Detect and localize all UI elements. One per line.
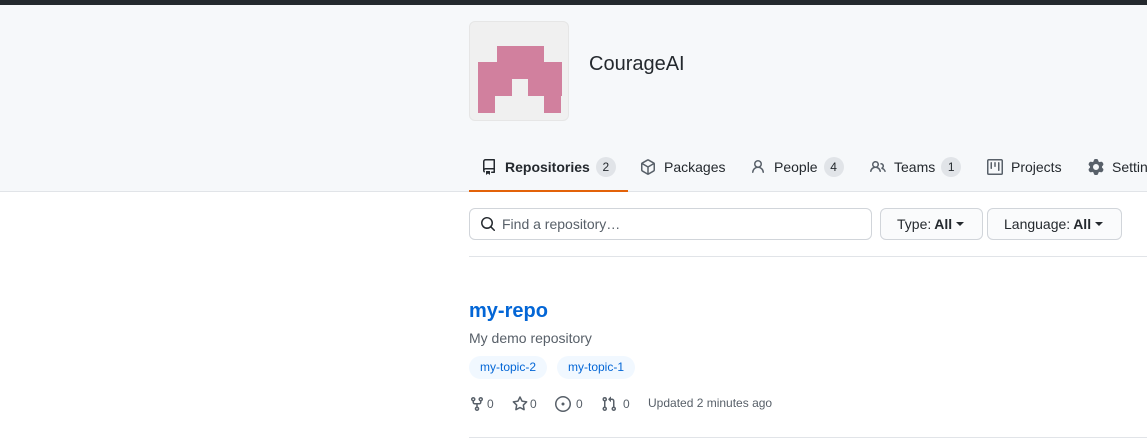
topic-tag[interactable]: my-topic-2 [469, 356, 548, 379]
pull-request-icon [602, 396, 617, 412]
language-filter-value: All [1073, 216, 1092, 232]
forks-link[interactable]: 0 [469, 396, 494, 412]
stars-count: 0 [530, 397, 537, 411]
repo-count-badge: 2 [595, 156, 616, 177]
repo-search [469, 208, 872, 240]
type-filter-label: Type: [897, 216, 932, 232]
stars-link[interactable]: 0 [512, 396, 537, 412]
people-count-badge: 4 [823, 156, 844, 177]
repo-icon [481, 158, 497, 175]
issues-count: 0 [576, 397, 583, 411]
list-divider [469, 256, 1147, 257]
chevron-down-icon [956, 222, 965, 226]
issue-icon [555, 396, 571, 412]
tab-repositories[interactable]: Repositories 2 [469, 143, 628, 192]
org-name: CourageAI [589, 53, 685, 75]
star-icon [512, 396, 528, 411]
language-filter-label: Language: [1004, 216, 1071, 232]
tab-label: Repositories [505, 158, 590, 175]
tab-settings[interactable]: Settin [1088, 143, 1147, 192]
project-icon [987, 158, 1003, 175]
tab-people[interactable]: People 4 [750, 143, 844, 192]
person-icon [750, 159, 766, 175]
tab-label: Packages [664, 158, 726, 175]
repo-description: My demo repository [469, 330, 592, 346]
tab-projects[interactable]: Projects [987, 143, 1062, 192]
pulls-count: 0 [623, 397, 630, 411]
forks-count: 0 [487, 397, 494, 411]
package-icon [640, 158, 656, 175]
teams-count-badge: 1 [941, 156, 962, 177]
type-filter-value: All [934, 216, 953, 232]
chevron-down-icon [1095, 222, 1104, 226]
search-icon [480, 216, 496, 232]
tab-label: Settin [1112, 158, 1147, 175]
type-filter-button[interactable]: Type: All [880, 208, 983, 240]
tab-packages[interactable]: Packages [640, 143, 725, 192]
gear-icon [1088, 158, 1104, 175]
language-filter-button[interactable]: Language: All [987, 208, 1122, 240]
search-input[interactable] [502, 216, 862, 232]
tab-label: People [774, 158, 818, 175]
issues-link[interactable]: 0 [555, 396, 583, 412]
topic-tag[interactable]: my-topic-1 [557, 356, 636, 379]
fork-icon [471, 397, 483, 412]
list-divider [469, 437, 1147, 438]
tab-label: Teams [894, 158, 936, 175]
updated-time: Updated 2 minutes ago [648, 396, 773, 410]
tab-label: Projects [1011, 158, 1062, 175]
repo-name-link[interactable]: my-repo [469, 300, 548, 323]
tab-teams[interactable]: Teams 1 [870, 143, 962, 192]
org-avatar[interactable] [469, 21, 569, 121]
pulls-link[interactable]: 0 [601, 396, 630, 412]
people-icon [870, 159, 886, 175]
